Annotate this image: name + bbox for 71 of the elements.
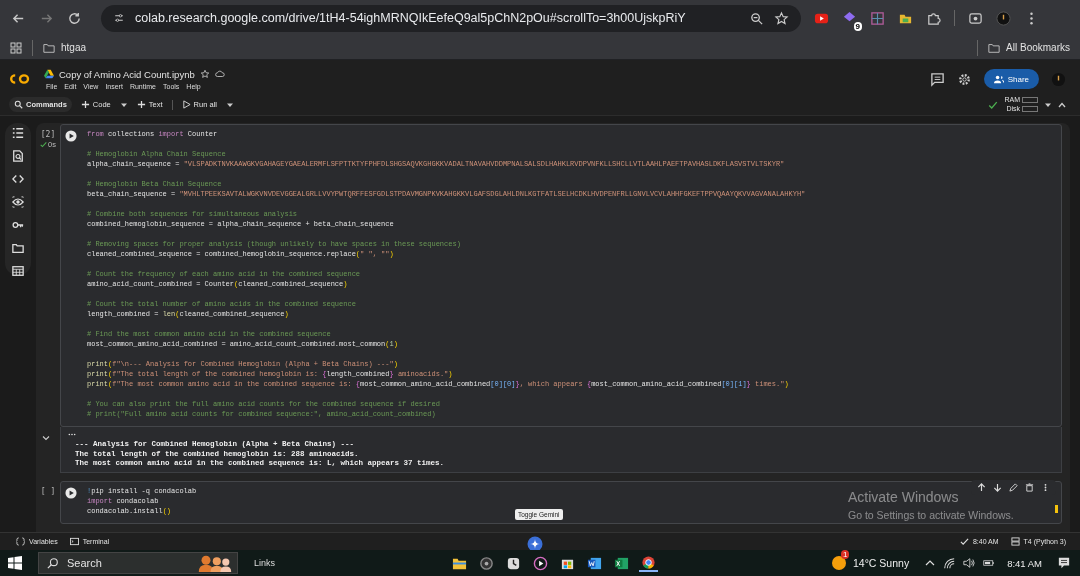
check-icon (959, 537, 969, 546)
folder-icon (988, 41, 1001, 54)
taskbar-search-field[interactable]: Search (38, 552, 238, 574)
logo-icon (8, 72, 32, 86)
chrome-icon[interactable] (638, 554, 658, 572)
all-bookmarks-link[interactable]: All Bookmarks (988, 41, 1070, 54)
people-illustration-icon (197, 553, 233, 573)
chevron-down-icon[interactable] (42, 435, 50, 441)
puzzle-icon[interactable] (926, 10, 941, 26)
bookmark-star-icon[interactable] (774, 10, 789, 26)
share-button[interactable]: Share (983, 69, 1039, 89)
eye-icon[interactable] (12, 196, 24, 208)
check-icon (40, 141, 48, 148)
search-icon (47, 557, 59, 569)
wifi-icon[interactable] (943, 557, 956, 569)
links-toolbar-label[interactable]: Links (254, 558, 275, 568)
star-icon[interactable] (199, 69, 210, 79)
plus-icon (80, 100, 90, 109)
settings-icon[interactable] (956, 71, 972, 87)
search-icon[interactable] (12, 150, 24, 162)
check-icon (988, 99, 998, 110)
notification-icon[interactable] (1058, 557, 1070, 569)
apps-icon[interactable] (10, 41, 22, 54)
gemini-button[interactable] (526, 536, 543, 552)
battery-icon[interactable] (983, 557, 996, 569)
drive-icon (44, 69, 54, 79)
speaker-icon[interactable] (963, 557, 976, 569)
activation-title: Activate Windows (848, 489, 960, 505)
chevron-up-icon[interactable] (925, 558, 936, 568)
scroll-marker (1055, 505, 1058, 513)
people-icon (993, 74, 1004, 84)
sun-icon[interactable] (832, 556, 846, 570)
weather-badge: 1 (841, 550, 850, 559)
comment-icon[interactable] (929, 71, 945, 87)
weather-text[interactable]: 14°C Sunny (853, 557, 910, 569)
terminal-icon (69, 537, 79, 546)
table-of-contents-icon[interactable] (12, 127, 24, 139)
execution-count: [2] (40, 130, 56, 139)
site-settings-icon[interactable] (113, 12, 125, 24)
reload-icon[interactable] (67, 10, 82, 26)
play-icon (181, 100, 191, 109)
notebook-title[interactable]: Copy of Amino Acid Count.ipynb (59, 68, 195, 80)
search-icon (14, 100, 23, 109)
more-icon[interactable] (68, 433, 76, 436)
bookmark-folder[interactable]: htgaa (43, 41, 87, 54)
windows-start-icon[interactable] (8, 556, 22, 570)
code-cell[interactable] (60, 124, 1062, 427)
run-cell-icon[interactable] (65, 486, 77, 499)
taskbar-clock[interactable]: 8:41 AM (1007, 557, 1042, 569)
collapse-icon[interactable] (1058, 100, 1066, 109)
table-icon[interactable] (12, 265, 24, 277)
trash-icon[interactable] (1025, 483, 1034, 492)
run-cell-icon[interactable] (65, 130, 77, 142)
arrow-up-icon[interactable] (977, 483, 986, 492)
code-icon[interactable] (12, 173, 24, 185)
address-bar[interactable]: colab.research.google.com/drive/1tH4-54ighMRNQIkEefeQ9al5pChN2pOu#scrollTo=3h00UjskpRiY (101, 4, 801, 32)
folder-icon[interactable] (12, 242, 24, 254)
arrow-down-icon[interactable] (993, 483, 1002, 492)
zoom-icon[interactable] (749, 10, 764, 26)
execution-count: [ ] (40, 486, 56, 496)
edit-icon[interactable] (1009, 483, 1018, 492)
activation-message: Go to Settings to activate Windows. (848, 509, 1014, 521)
key-icon[interactable] (12, 219, 24, 231)
extension-badge: 9 (853, 21, 862, 31)
screenshot-icon[interactable] (968, 10, 983, 26)
cloud-icon[interactable] (214, 69, 225, 79)
grid-icon[interactable] (870, 10, 885, 26)
server-icon (1010, 537, 1020, 546)
plus-icon (136, 100, 146, 109)
folder-icon (43, 41, 55, 54)
braces-icon (16, 537, 25, 546)
